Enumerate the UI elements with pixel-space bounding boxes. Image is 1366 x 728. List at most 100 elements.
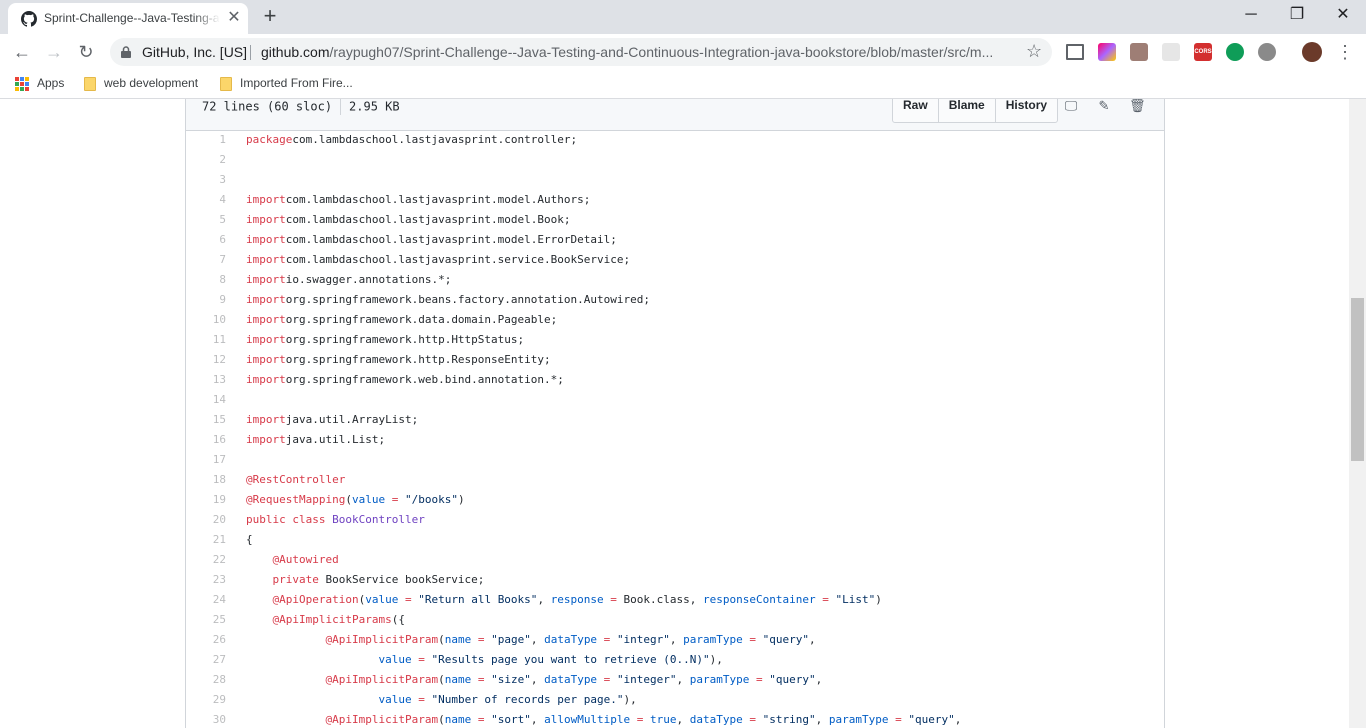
line-number[interactable]: 8	[186, 270, 226, 290]
tab-strip: Sprint-Challenge--Java-Testing-and-Conti…	[0, 0, 1366, 34]
line-number[interactable]: 22	[186, 550, 226, 570]
line-number[interactable]: 29	[186, 690, 226, 710]
file-info: 72 lines (60 sloc) 2.95 KB	[202, 99, 400, 115]
scrollbar-thumb[interactable]	[1351, 298, 1364, 461]
menu-kebab-icon[interactable]: ⋮	[1336, 42, 1354, 62]
browser-toolbar: ← → ↻ GitHub, Inc. [US] github.com/raypu…	[0, 34, 1366, 70]
trash-icon[interactable]: 🗑	[1129, 99, 1146, 114]
code-text: importcom.lambdaschool.lastjavasprint.se…	[246, 253, 631, 266]
code-line: 29 value = "Number of records per page."…	[186, 690, 1164, 710]
code-text: @RequestMapping(value = "/books")	[246, 493, 465, 506]
code-text: importorg.springframework.http.ResponseE…	[246, 353, 551, 366]
bookmarks-bar: Apps web development Imported From Fire.…	[0, 70, 1366, 99]
line-number[interactable]: 5	[186, 210, 226, 230]
code-line: 2	[186, 150, 1164, 170]
code-line: 6 importcom.lambdaschool.lastjavasprint.m…	[186, 230, 1164, 250]
line-number[interactable]: 27	[186, 650, 226, 670]
forward-icon[interactable]: →	[43, 41, 65, 63]
line-number[interactable]: 20	[186, 510, 226, 530]
code-line: 26 @ApiImplicitParam(name = "page", data…	[186, 630, 1164, 650]
address-bar[interactable]: GitHub, Inc. [US] github.com/raypugh07/S…	[110, 38, 1052, 66]
page-scrollbar[interactable]	[1349, 99, 1366, 728]
omnibox-divider	[250, 45, 251, 60]
raw-button[interactable]: Raw	[893, 99, 939, 122]
blame-button[interactable]: Blame	[939, 99, 996, 122]
code-line: 10 importorg.springframework.data.domain.…	[186, 310, 1164, 330]
code-text: public class BookController	[246, 513, 425, 526]
history-button[interactable]: History	[996, 99, 1057, 122]
url-host: github.com	[261, 44, 330, 60]
line-number[interactable]: 17	[186, 450, 226, 470]
line-number[interactable]: 13	[186, 370, 226, 390]
site-identity: GitHub, Inc. [US]	[142, 44, 248, 60]
hangouts-icon[interactable]	[1226, 43, 1244, 61]
url-text[interactable]: github.com/raypugh07/Sprint-Challenge--J…	[261, 44, 1011, 60]
desktop-icon[interactable]: 🖵	[1063, 99, 1079, 114]
line-number[interactable]: 16	[186, 430, 226, 450]
code-line: 24 @ApiOperation(value = "Return all Boo…	[186, 590, 1164, 610]
line-number[interactable]: 1	[186, 130, 226, 150]
tab-close-icon[interactable]: ✕	[226, 10, 242, 26]
reload-icon[interactable]: ↻	[75, 41, 97, 63]
line-number[interactable]: 11	[186, 330, 226, 350]
code-text: packagecom.lambdaschool.lastjavasprint.c…	[246, 133, 578, 146]
line-number[interactable]: 19	[186, 490, 226, 510]
code-line: 28 @ApiImplicitParam(name = "size", data…	[186, 670, 1164, 690]
bug-icon[interactable]	[1258, 43, 1276, 61]
color-picker-icon[interactable]	[1098, 43, 1116, 61]
line-number[interactable]: 2	[186, 150, 226, 170]
line-number[interactable]: 9	[186, 290, 226, 310]
bookmark-imported[interactable]: Imported From Fire...	[220, 76, 353, 91]
pdf-icon[interactable]	[1130, 43, 1148, 61]
pencil-icon[interactable]: ✎	[1096, 99, 1112, 114]
line-number[interactable]: 14	[186, 390, 226, 410]
line-number[interactable]: 3	[186, 170, 226, 190]
line-number[interactable]: 10	[186, 310, 226, 330]
code-line: 4 importcom.lambdaschool.lastjavasprint.m…	[186, 190, 1164, 210]
code-text: value = "Number of records per page."),	[378, 693, 637, 706]
line-number[interactable]: 25	[186, 610, 226, 630]
line-number[interactable]: 18	[186, 470, 226, 490]
bookmark-star-icon[interactable]: ☆	[1026, 41, 1042, 62]
new-tab-icon[interactable]: +	[258, 5, 282, 28]
puzzle-icon[interactable]	[1162, 43, 1180, 61]
file-line-count: 72 lines (60 sloc)	[202, 99, 333, 114]
line-number[interactable]: 26	[186, 630, 226, 650]
line-number[interactable]: 21	[186, 530, 226, 550]
url-path: /raypugh07/Sprint-Challenge--Java-Testin…	[329, 44, 994, 60]
code-line: 17	[186, 450, 1164, 470]
code-text: {	[246, 533, 253, 546]
line-number[interactable]: 7	[186, 250, 226, 270]
line-number[interactable]: 6	[186, 230, 226, 250]
line-number[interactable]: 28	[186, 670, 226, 690]
code-line: 18 @RestController	[186, 470, 1164, 490]
line-number[interactable]: 4	[186, 190, 226, 210]
bookmark-apps[interactable]: Apps	[15, 76, 64, 91]
cors-icon[interactable]: CORS	[1194, 43, 1212, 61]
bookmark-label: web development	[104, 76, 199, 90]
code-line: 21 {	[186, 530, 1164, 550]
line-number[interactable]: 30	[186, 710, 226, 728]
code-text: @ApiImplicitParam(name = "page", dataTyp…	[325, 633, 816, 646]
line-number[interactable]: 24	[186, 590, 226, 610]
screenshot-icon[interactable]	[1066, 44, 1084, 60]
line-number[interactable]: 15	[186, 410, 226, 430]
code-text: @RestController	[246, 473, 346, 486]
folder-icon	[84, 76, 96, 91]
avatar[interactable]	[1302, 42, 1322, 62]
code-line: 11 importorg.springframework.http.HttpSta…	[186, 330, 1164, 350]
restore-icon[interactable]: ❐	[1287, 5, 1307, 25]
code-line: 30 @ApiImplicitParam(name = "sort", allo…	[186, 710, 1164, 728]
line-number[interactable]: 12	[186, 350, 226, 370]
bookmark-label: Apps	[37, 76, 65, 90]
code-text: importorg.springframework.http.HttpStatu…	[246, 333, 525, 346]
bookmark-web-development[interactable]: web development	[84, 76, 198, 91]
file-header: 72 lines (60 sloc) 2.95 KB Raw Blame Hist…	[186, 99, 1164, 131]
line-number[interactable]: 23	[186, 570, 226, 590]
browser-tab[interactable]: Sprint-Challenge--Java-Testing-and-Conti…	[8, 3, 248, 34]
close-window-icon[interactable]: ✕	[1333, 5, 1353, 25]
file-actions: Raw Blame History	[892, 99, 1059, 123]
minimize-icon[interactable]: ─	[1241, 5, 1261, 25]
code-line: 12 importorg.springframework.http.Respons…	[186, 350, 1164, 370]
back-icon[interactable]: ←	[11, 41, 33, 63]
